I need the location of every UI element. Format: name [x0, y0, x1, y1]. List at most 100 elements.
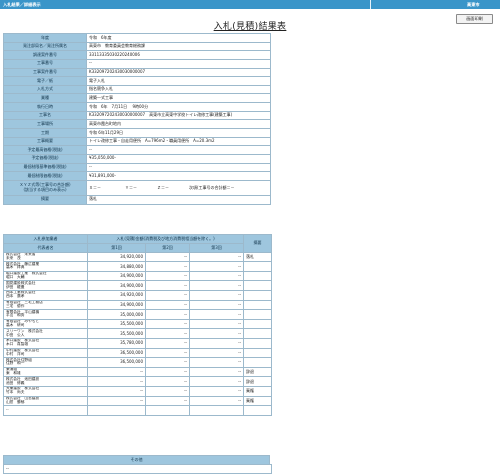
bidder-name: 大東建設 株式会社 竹本 尚夫 — [3, 385, 88, 397]
info-row: 最低制限基準価格(税抜) -- — [3, 162, 271, 173]
header-right-label: 高東市 — [467, 2, 480, 7]
info-value: 電子入札 — [86, 76, 271, 86]
info-row: 入札方式 指名競争入札 — [3, 84, 271, 95]
round-2-amount: -- — [145, 261, 190, 272]
info-value: 33113335030220240006 — [86, 50, 271, 60]
round-3-amount: -- — [188, 357, 245, 368]
bid-results-table: 入札参加業者 入札(見積)金額(消費税及び地方消費税相当額を除く。) 摘要 代表… — [3, 234, 273, 416]
info-row: 摘要 落札 — [3, 194, 271, 205]
bidder-name: 木口建設 株式会社 木口 真智雄 — [3, 337, 88, 349]
bid-row: 株式会社 池田建設 池田 修義 -- -- -- 辞退 — [3, 376, 273, 387]
round-2-amount: -- — [145, 299, 190, 311]
info-row: 最低制限価格(税抜) ¥31,891,000- — [3, 171, 271, 181]
bid-result — [243, 347, 273, 359]
round-2-amount: -- — [145, 366, 190, 378]
info-label: 電子／紙 — [3, 76, 87, 86]
bidder-name: 西本工業株式会社 西本 廣孝 — [3, 289, 88, 301]
bid-result — [243, 357, 273, 368]
round-2-amount: -- — [145, 337, 190, 349]
bidder-name: 中村建設 株式会社 中村 洋司 — [3, 347, 88, 359]
bid-row: 中村建設 株式会社 中村 洋司 36,500,000 -- -- — [3, 347, 273, 359]
round-3-amount: -- — [188, 299, 245, 311]
info-row: 発注部局名／発注所属名 高東市 教育委員会教育総務課 — [3, 41, 271, 52]
round-2-amount: -- — [145, 347, 190, 359]
bid-row: 西本工業株式会社 西本 廣孝 34,920,000 -- -- — [3, 289, 273, 301]
round-1-amount: 34,900,000 — [87, 270, 146, 282]
round-3-amount: -- — [188, 347, 245, 359]
round-3-amount: -- — [188, 395, 245, 407]
round-1-amount: 35,500,000 — [87, 328, 146, 339]
bid-result — [243, 270, 273, 282]
bid-row: -- — [3, 405, 273, 416]
info-label: 発注部局名／発注所属名 — [3, 41, 87, 52]
info-label: 最低制限価格(税抜) — [3, 171, 87, 181]
info-value: 令和 6年 7月11日 9時00分 — [86, 102, 271, 112]
info-label: 工事場所 — [3, 119, 87, 130]
bidder-column-header: 入札参加業者 — [3, 234, 88, 244]
round-1-amount: -- — [87, 376, 146, 387]
bid-result: 落札 — [243, 251, 273, 263]
round-1-amount: 34,880,000 — [87, 261, 146, 272]
info-row: 工事概要 トイレ改修工事・自走用便所 A=796m2・職員用便所 A=20.3m2 — [3, 136, 271, 147]
round-3-amount: -- — [188, 261, 245, 272]
round-3-amount: -- — [188, 318, 245, 330]
info-value: K332097202430030000007 — [86, 67, 271, 78]
round-1-amount — [87, 405, 146, 416]
round-3-header: 第3回 — [188, 242, 245, 253]
info-value: ¥35,050,000- — [86, 153, 271, 164]
bid-row: 株式会社住野組 住野 和一 36,500,000 -- -- — [3, 357, 273, 368]
amount-column-header: 入札(見積)金額(消費税及び地方消費税相当額を除く。) — [86, 234, 245, 244]
bid-result — [243, 405, 273, 416]
info-value: 落札 — [86, 194, 271, 205]
bid-result: 辞退 — [243, 366, 273, 378]
info-label: 工事案件番号 — [3, 67, 87, 78]
bid-row: 国見建設株式会社 伊田 龍豊 34,900,000 -- -- — [3, 280, 273, 291]
bidder-name: スリーワン 株式会社 中田 公人 — [3, 328, 88, 339]
round-1-amount: 34,900,000 — [87, 299, 146, 311]
bid-row: 東浦組 東 和雄 -- -- -- 辞退 — [3, 366, 273, 378]
bid-result — [243, 261, 273, 272]
info-value: -- — [86, 162, 271, 173]
info-value: 高東市霞台町地内 — [86, 119, 271, 130]
info-row: 調達案件番号 33113335030220240006 — [3, 50, 271, 60]
bidder-name: 堀口建設工業 株式会社 堀口 大輔 — [3, 270, 88, 282]
info-label: 工事名 — [3, 110, 87, 121]
representative-column-header: 代表者名 — [3, 242, 88, 253]
info-row: 予定価格(税抜) ¥35,050,000- — [3, 153, 271, 164]
info-label: 工事番号 — [3, 58, 87, 69]
info-row: 業種 建築一式工事 — [3, 93, 271, 104]
info-label: 年度 — [3, 33, 87, 43]
info-row: 執行日時 令和 6年 7月11日 9時00分 — [3, 102, 271, 112]
info-row: 予定最高価格(税抜) -- — [3, 145, 271, 155]
round-3-amount: -- — [188, 280, 245, 291]
info-table: 年度 令和 6年度 発注部局名／発注所属名 高東市 教育委員会教育総務課 調達案件番号 3… — [3, 33, 271, 205]
bid-result: 棄権 — [243, 385, 273, 397]
bid-result — [243, 318, 273, 330]
round-2-amount — [145, 405, 190, 416]
bid-row: 有限会社 みやもと 高木 研司 35,500,000 -- -- — [3, 318, 273, 330]
info-row: 工事番号 -- — [3, 58, 271, 69]
info-value: ¥31,891,000- — [86, 171, 271, 181]
info-label: 執行日時 — [3, 102, 87, 112]
round-2-amount: -- — [145, 395, 190, 407]
info-row: 電子／紙 電子入札 — [3, 76, 271, 86]
info-label: 入札方式 — [3, 84, 87, 95]
breadcrumb: 入札結果／詳細表示 — [3, 2, 41, 7]
round-2-amount: -- — [145, 280, 190, 291]
info-row: 工期 令和 6年11月29日 — [3, 128, 271, 138]
round-1-amount: -- — [87, 385, 146, 397]
round-3-amount: -- — [188, 337, 245, 349]
info-value: -- — [86, 145, 271, 155]
round-2-header: 第2回 — [145, 242, 190, 253]
bid-row: 大東建設 株式会社 竹本 尚夫 -- -- -- 棄権 — [3, 385, 273, 397]
bidder-name: 有限会社 三宅工務店 三宅 優作 — [3, 299, 88, 311]
bidder-name: 国見建設株式会社 伊田 龍豊 — [3, 280, 88, 291]
round-2-amount: -- — [145, 309, 190, 320]
round-1-amount: 34,920,000 — [87, 289, 146, 301]
bid-result — [243, 309, 273, 320]
info-label: 最低制限基準価格(税抜) — [3, 162, 87, 173]
round-3-amount: -- — [188, 376, 245, 387]
bid-result: 棄権 — [243, 395, 273, 407]
bid-row: 株式会社 藤広建業 高木 祥典 34,880,000 -- -- — [3, 261, 273, 272]
bid-result — [243, 280, 273, 291]
